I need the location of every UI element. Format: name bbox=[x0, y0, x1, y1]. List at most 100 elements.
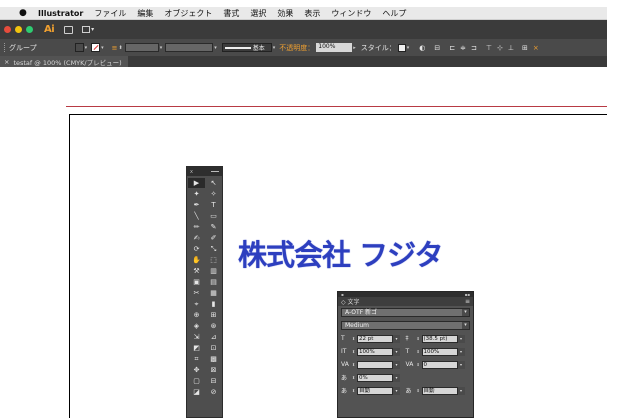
aki-left-dropdown[interactable]: ▾ bbox=[393, 386, 400, 395]
tracking-field[interactable]: 0 bbox=[421, 360, 458, 369]
brush-definition-dropdown[interactable]: ▾ bbox=[273, 45, 276, 51]
menu-file[interactable]: ファイル bbox=[94, 8, 126, 19]
align-to-icon[interactable]: ⊟ bbox=[434, 44, 440, 52]
vertical-scale-field[interactable]: 100% bbox=[357, 347, 393, 356]
tool-button[interactable]: ✏ bbox=[188, 222, 205, 232]
stroke-dropdown-icon[interactable]: ▾ bbox=[101, 45, 104, 51]
panel-menu-icon[interactable]: ≡ bbox=[465, 298, 470, 305]
graphic-style-dropdown[interactable]: ▾ bbox=[407, 45, 410, 51]
close-panel-icon[interactable]: x bbox=[190, 169, 193, 175]
tool-button[interactable]: ▣ bbox=[188, 277, 205, 287]
tool-button[interactable]: ◪ bbox=[188, 387, 205, 397]
more-options-icon[interactable]: × bbox=[533, 44, 539, 52]
brush-definition-field[interactable]: 基本 bbox=[221, 43, 272, 52]
tool-button[interactable]: ⊘ bbox=[205, 387, 222, 397]
kerning-dropdown[interactable]: ▾ bbox=[393, 360, 400, 369]
variable-width-field[interactable] bbox=[165, 43, 214, 52]
tool-button[interactable]: ⚒ bbox=[188, 266, 205, 276]
stroke-weight-field[interactable] bbox=[124, 43, 159, 52]
font-style-dropdown-icon[interactable]: ▾ bbox=[462, 322, 469, 329]
apple-icon[interactable]: ● bbox=[19, 8, 31, 18]
tool-button[interactable]: ✎ bbox=[205, 222, 222, 232]
minimize-window-button[interactable] bbox=[15, 26, 22, 33]
opacity-dropdown[interactable]: ▸ bbox=[353, 45, 356, 51]
tool-button[interactable]: ⊡ bbox=[205, 343, 222, 353]
tsume-field[interactable]: 0% bbox=[357, 373, 393, 382]
variable-width-dropdown[interactable]: ▾ bbox=[214, 45, 217, 51]
tool-button[interactable]: ✥ bbox=[188, 365, 205, 375]
tool-button[interactable]: ✐ bbox=[205, 233, 222, 243]
kerning-field[interactable] bbox=[357, 360, 393, 369]
collapse-panel-icon[interactable]: ▪▪ bbox=[465, 292, 470, 297]
menu-effect[interactable]: 効果 bbox=[277, 8, 293, 19]
tool-button[interactable]: ⊿ bbox=[205, 332, 222, 342]
tool-button[interactable]: ⊟ bbox=[205, 376, 222, 386]
bridge-icon[interactable] bbox=[64, 25, 74, 34]
menu-window[interactable]: ウィンドウ bbox=[331, 8, 371, 19]
tool-button[interactable]: ↖ bbox=[205, 178, 222, 188]
align-left-icon[interactable]: ⊏ bbox=[449, 44, 455, 52]
tool-button[interactable]: ✋ bbox=[188, 255, 205, 265]
company-name-text[interactable]: 株式会社 フジタ bbox=[238, 232, 444, 274]
close-window-button[interactable] bbox=[4, 26, 11, 33]
tool-button[interactable]: ⊠ bbox=[205, 365, 222, 375]
tool-button[interactable]: ▶ bbox=[188, 178, 205, 188]
font-family-dropdown-icon[interactable]: ▾ bbox=[462, 309, 469, 316]
tool-button[interactable]: ▤ bbox=[205, 277, 222, 287]
tool-button[interactable]: ⌖ bbox=[188, 299, 205, 309]
align-right-icon[interactable]: ⊐ bbox=[471, 44, 477, 52]
leading-dropdown[interactable]: ▾ bbox=[457, 334, 465, 343]
aki-left-field[interactable]: 自動 bbox=[357, 386, 393, 395]
arrange-documents-icon[interactable]: ▾ bbox=[82, 26, 94, 33]
recolor-icon[interactable]: ◐ bbox=[419, 44, 425, 52]
tool-button[interactable]: ⊕ bbox=[188, 310, 205, 320]
graphic-style-swatch[interactable] bbox=[397, 43, 406, 52]
tool-button[interactable]: ▢ bbox=[188, 376, 205, 386]
tool-button[interactable]: ▥ bbox=[205, 266, 222, 276]
menu-select[interactable]: 選択 bbox=[250, 8, 266, 19]
tool-button[interactable]: ▭ bbox=[205, 211, 222, 221]
tool-button[interactable]: ✂ bbox=[188, 288, 205, 298]
vertical-scale-dropdown[interactable]: ▾ bbox=[393, 347, 400, 356]
tool-button[interactable]: ✧ bbox=[205, 189, 222, 199]
tools-panel-header[interactable]: x bbox=[187, 167, 222, 176]
tool-button[interactable]: ⌗ bbox=[188, 354, 205, 364]
align-bottom-icon[interactable]: ⊥ bbox=[508, 44, 514, 52]
leading-field[interactable]: (38.5 pt) bbox=[421, 334, 458, 343]
transform-icon[interactable]: ⊞ bbox=[522, 44, 528, 52]
stroke-weight-icon[interactable]: ≡ bbox=[112, 44, 118, 52]
tool-button[interactable]: ✦ bbox=[188, 189, 205, 199]
menu-help[interactable]: ヘルプ bbox=[382, 8, 406, 19]
align-top-icon[interactable]: ⊤ bbox=[486, 44, 492, 52]
tool-button[interactable]: ◈ bbox=[188, 321, 205, 331]
stroke-weight-stepper[interactable]: ⬍ bbox=[119, 45, 123, 51]
opacity-field[interactable]: 100% bbox=[316, 43, 353, 52]
menu-type[interactable]: 書式 bbox=[223, 8, 239, 19]
stroke-swatch[interactable] bbox=[91, 43, 101, 52]
zoom-window-button[interactable] bbox=[26, 26, 33, 33]
tool-button[interactable]: ▩ bbox=[205, 354, 222, 364]
menu-edit[interactable]: 編集 bbox=[137, 8, 153, 19]
fill-swatch[interactable] bbox=[74, 43, 84, 52]
align-center-icon[interactable]: ≑ bbox=[460, 44, 466, 52]
tool-button[interactable]: ◩ bbox=[188, 343, 205, 353]
tool-button[interactable]: T bbox=[205, 200, 222, 210]
tool-button[interactable]: ✒ bbox=[188, 200, 205, 210]
tool-button[interactable]: ⇲ bbox=[188, 332, 205, 342]
font-size-dropdown[interactable]: ▾ bbox=[393, 334, 400, 343]
tool-button[interactable]: ⊛ bbox=[205, 321, 222, 331]
tool-button[interactable]: ⊞ bbox=[205, 310, 222, 320]
font-family-select[interactable]: A-OTF 新ゴ ▾ bbox=[341, 308, 470, 317]
close-tab-icon[interactable]: × bbox=[4, 58, 9, 66]
tool-button[interactable]: ⟳ bbox=[188, 244, 205, 254]
font-style-select[interactable]: Medium ▾ bbox=[341, 321, 470, 330]
tool-button[interactable]: ⬚ bbox=[205, 255, 222, 265]
font-size-field[interactable]: 22 pt bbox=[357, 334, 393, 343]
opacity-label[interactable]: 不透明度： bbox=[279, 43, 314, 53]
document-tab[interactable]: × testaf @ 100% (CMYK/プレビュー) bbox=[0, 56, 128, 67]
horizontal-scale-field[interactable]: 100% bbox=[421, 347, 458, 356]
fill-dropdown-icon[interactable]: ▾ bbox=[85, 45, 88, 51]
tool-button[interactable]: ▮ bbox=[205, 299, 222, 309]
tool-button[interactable]: ▦ bbox=[205, 288, 222, 298]
grip-handle[interactable] bbox=[4, 43, 6, 52]
